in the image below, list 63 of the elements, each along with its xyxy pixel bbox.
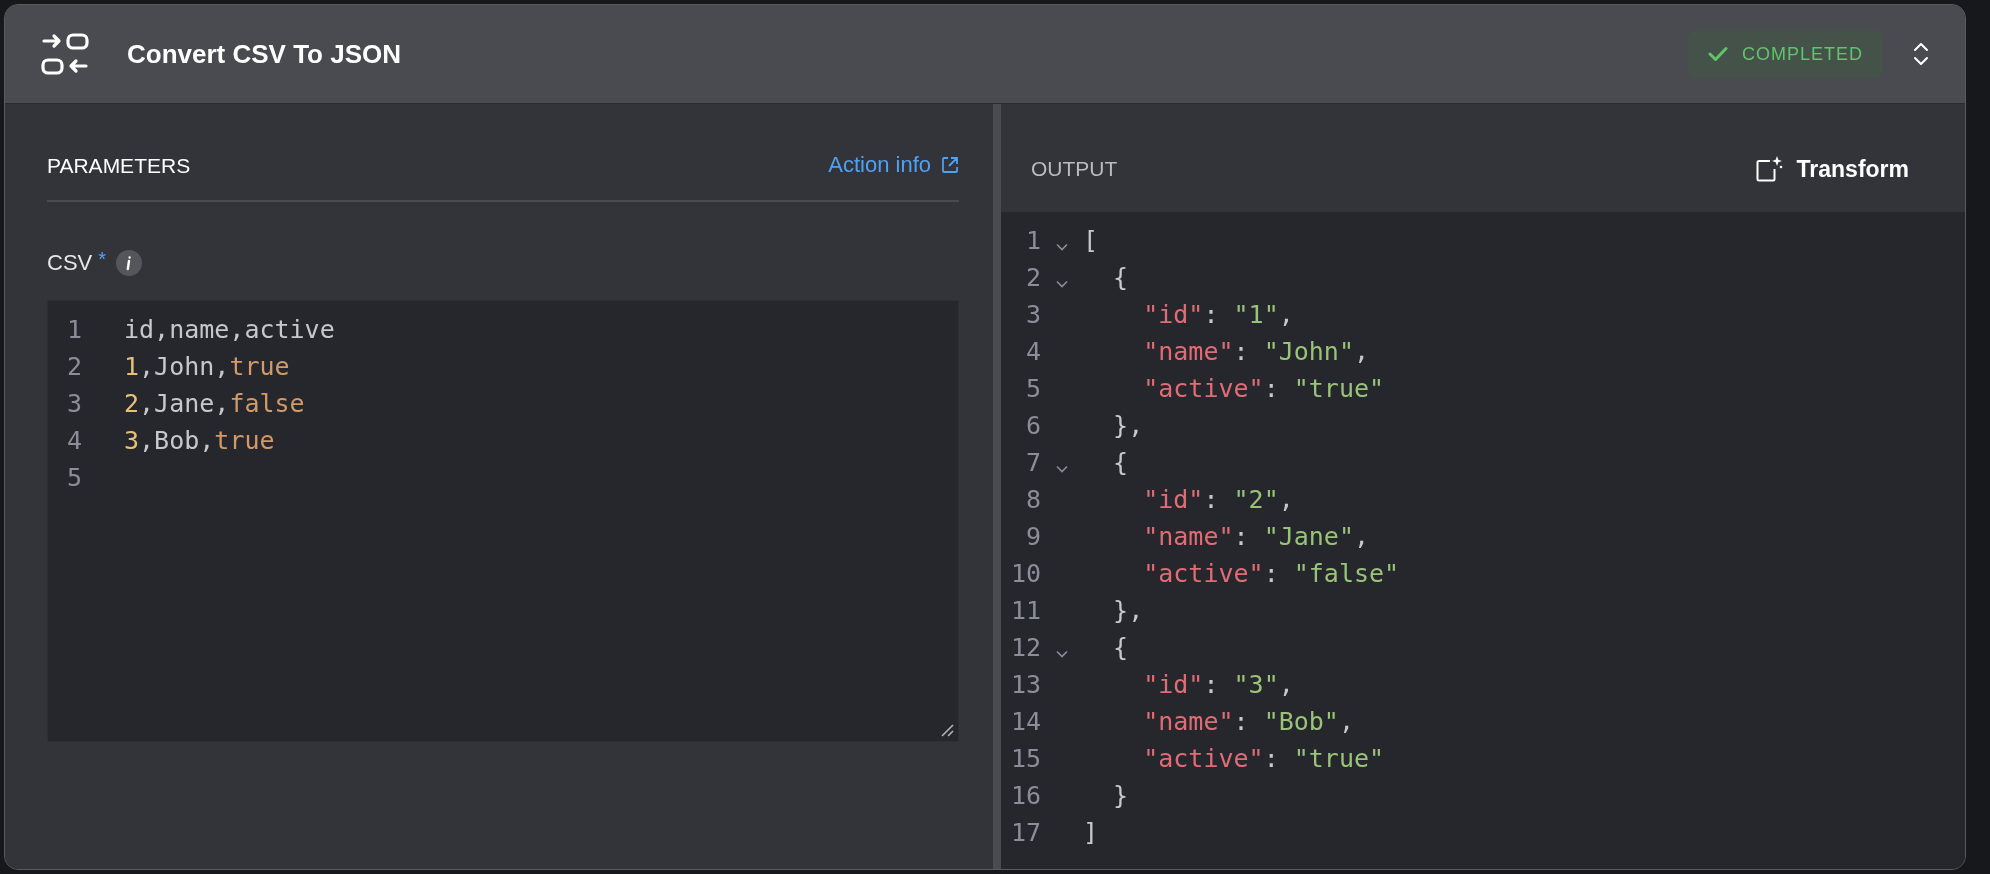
card-title: Convert CSV To JSON <box>127 38 402 70</box>
code-line: }, <box>1112 596 1144 625</box>
sparkle-square-icon <box>1754 155 1783 183</box>
line-number: 15 <box>1009 744 1041 773</box>
code-line: 1,John,true <box>124 352 290 381</box>
line-number: 5 <box>65 463 82 492</box>
code-line: { <box>1112 633 1129 662</box>
code-line: 3,Bob,true <box>124 426 275 455</box>
code-line: ] <box>1083 818 1099 847</box>
code-line: "name": "John", <box>1142 337 1369 366</box>
line-number: 5 <box>1024 374 1041 403</box>
code-line: }, <box>1112 411 1144 440</box>
line-number: 6 <box>1024 411 1041 440</box>
code-line: "active": "false" <box>1142 559 1400 588</box>
external-link-icon <box>941 156 959 174</box>
action-info-link[interactable]: Action info <box>828 152 959 178</box>
convert-arrows-icon <box>41 31 89 77</box>
resize-handle-icon[interactable] <box>940 723 954 737</box>
line-number: 7 <box>1024 448 1041 477</box>
line-number: 9 <box>1024 522 1041 551</box>
transform-button[interactable]: Transform <box>1754 149 1909 189</box>
line-number: 13 <box>1009 670 1041 699</box>
expand-collapse-icon[interactable] <box>1913 42 1929 66</box>
line-number: 4 <box>65 426 82 455</box>
line-number: 12 <box>1009 633 1041 662</box>
code-line: "id": "2", <box>1142 485 1294 514</box>
code-line: "name": "Bob", <box>1142 707 1354 736</box>
line-number: 3 <box>65 389 82 418</box>
line-number: 10 <box>1009 559 1041 588</box>
code-line: id,name,active <box>124 315 335 344</box>
code-line: "id": "3", <box>1142 670 1294 699</box>
code-line: "active": "true" <box>1142 374 1385 403</box>
code-line: { <box>1112 263 1129 292</box>
line-number: 14 <box>1009 707 1041 736</box>
section-heading: PARAMETERS <box>47 154 191 178</box>
line-number: 3 <box>1024 300 1041 329</box>
code-line: } <box>1112 781 1129 810</box>
line-number: 17 <box>1009 818 1041 847</box>
line-number: 16 <box>1009 781 1041 810</box>
line-number: 2 <box>65 352 82 381</box>
line-number: 4 <box>1024 337 1041 366</box>
code-line: "name": "Jane", <box>1142 522 1369 551</box>
line-number: 1 <box>65 315 82 344</box>
line-number: 11 <box>1009 596 1041 625</box>
line-number: 8 <box>1024 485 1041 514</box>
fold-chevron-icon[interactable] <box>1056 649 1068 658</box>
code-line: "id": "1", <box>1142 300 1294 329</box>
code-line: { <box>1112 448 1129 477</box>
section-heading: OUTPUT <box>1031 157 1118 181</box>
info-icon[interactable] <box>116 250 143 276</box>
fold-chevron-icon[interactable] <box>1056 242 1068 251</box>
status-badge: COMPLETED <box>1687 30 1883 78</box>
line-number: 1 <box>1024 226 1041 255</box>
code-line: [ <box>1083 226 1099 255</box>
check-icon <box>1707 46 1728 62</box>
code-line: 2,Jane,false <box>124 389 305 418</box>
line-number: 2 <box>1024 263 1041 292</box>
fold-chevron-icon[interactable] <box>1056 464 1068 473</box>
fold-chevron-icon[interactable] <box>1056 279 1068 288</box>
required-asterisk: * <box>98 248 107 271</box>
csv-input-field[interactable]: 1 id,name,active 2 1,John,true 3 2,Jane,false 4 3,Bob,true 5 <box>47 300 959 742</box>
code-line: "active": "true" <box>1142 744 1385 773</box>
field-label: CSV <box>47 250 93 276</box>
